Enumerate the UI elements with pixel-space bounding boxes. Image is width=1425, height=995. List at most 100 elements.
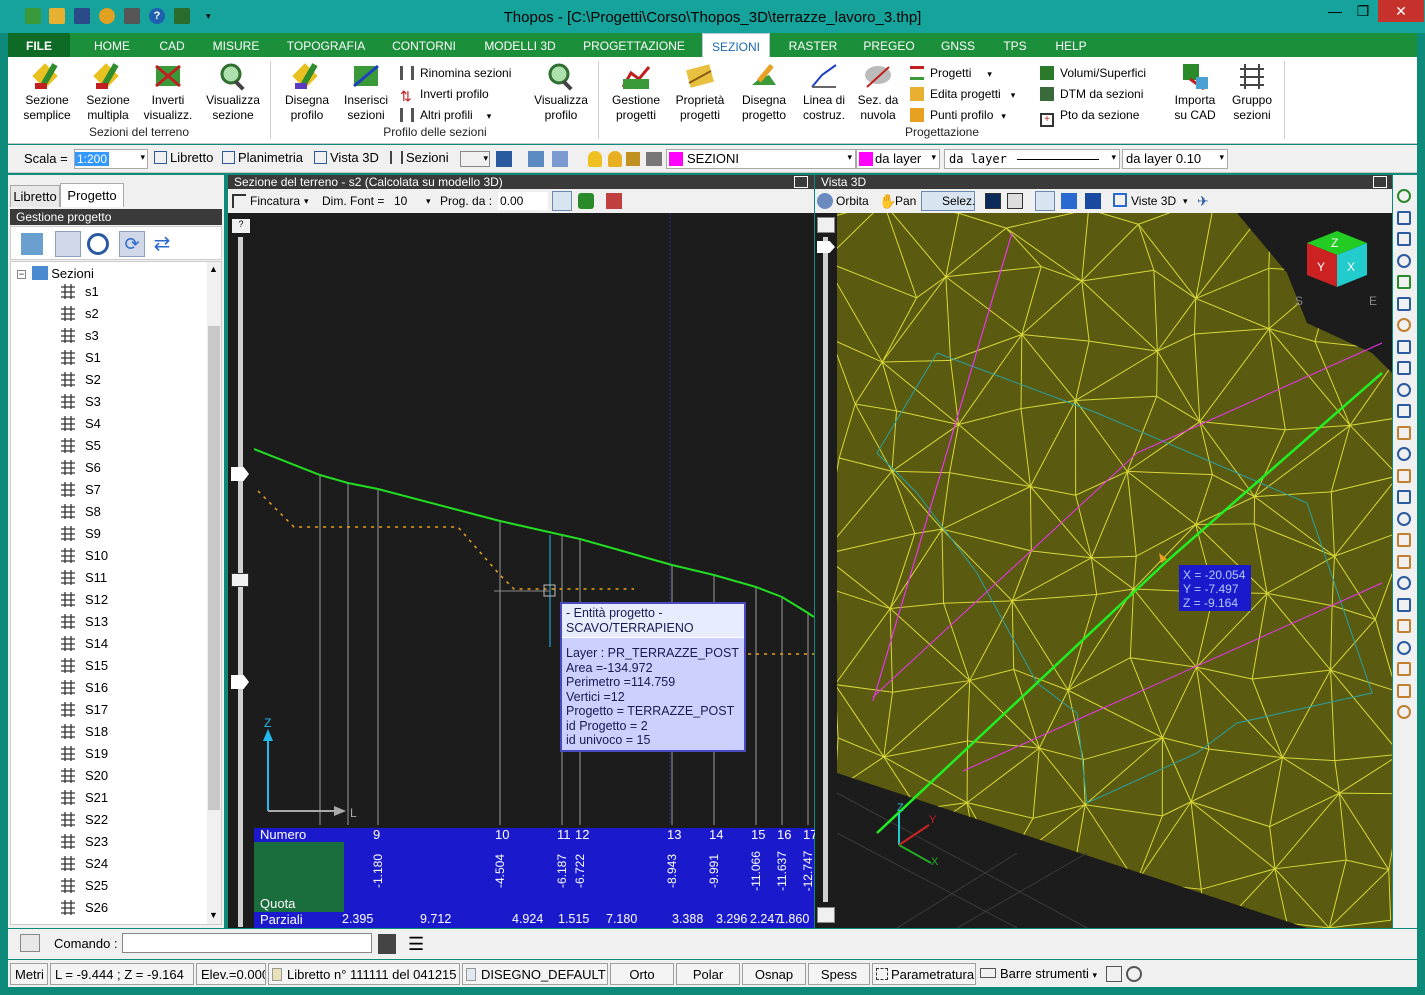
- spess-toggle[interactable]: Spess: [808, 963, 870, 985]
- sync-icon[interactable]: ⇄: [151, 233, 173, 255]
- settings-icon[interactable]: [1126, 966, 1142, 982]
- snap-circle-icon[interactable]: [1397, 447, 1411, 461]
- tree-scrollbar[interactable]: ▲ ▼: [207, 262, 221, 924]
- linetype-select[interactable]: da layer ▾: [944, 149, 1120, 169]
- progetti-button[interactable]: Progetti ▾: [910, 65, 992, 83]
- tree-item-section[interactable]: S3: [59, 392, 101, 412]
- selez-button[interactable]: Selez.: [921, 191, 975, 211]
- snap-coords-icon[interactable]: [1397, 382, 1411, 397]
- scala-select[interactable]: 1:200 ▾: [74, 149, 148, 169]
- restore-button[interactable]: ❐: [1350, 0, 1376, 22]
- prog-input[interactable]: 0.00: [498, 192, 548, 210]
- snap-point-icon[interactable]: [1397, 361, 1411, 375]
- tree-root-sezioni[interactable]: − Sezioni: [17, 266, 94, 281]
- scroll-up-icon[interactable]: ▲: [209, 264, 218, 274]
- edita-progetti-button[interactable]: Edita progetti ▾: [910, 86, 1015, 104]
- zoom-previous-icon[interactable]: [1397, 275, 1411, 289]
- tree-item-section[interactable]: s1: [59, 282, 99, 302]
- tab-modelli-3d[interactable]: MODELLI 3D: [476, 33, 564, 57]
- tab-cad[interactable]: CAD: [150, 33, 194, 57]
- tree-item-section[interactable]: S26: [59, 898, 108, 918]
- snap-arc-icon[interactable]: [1397, 705, 1411, 719]
- gruppo-sezioni-button[interactable]: Gruppo sezioni: [1226, 61, 1278, 123]
- maximize-icon[interactable]: [1373, 176, 1387, 188]
- tab-topografia[interactable]: TOPOGRAFIA: [280, 33, 372, 57]
- grid-icon[interactable]: [1007, 193, 1023, 209]
- importa-su-cad-button[interactable]: Importa su CAD: [1170, 61, 1220, 123]
- zoom-window-icon[interactable]: [1397, 210, 1411, 225]
- tree-item-section[interactable]: S2: [59, 370, 101, 390]
- nav-cube[interactable]: Z Y X S E: [1295, 231, 1377, 308]
- pan-button[interactable]: Pan: [895, 189, 916, 213]
- fly-icon[interactable]: ✈: [1197, 193, 1213, 209]
- zoom-in-icon[interactable]: [1397, 189, 1411, 203]
- snap-tangent-icon[interactable]: [1397, 576, 1411, 590]
- snap-extension-icon[interactable]: [1397, 640, 1411, 655]
- tab-gnss[interactable]: GNSS: [934, 33, 982, 57]
- volumi-superfici-button[interactable]: Volumi/Superfici: [1040, 65, 1146, 83]
- snap-perpendicular-icon[interactable]: [1397, 533, 1411, 547]
- refresh-icon[interactable]: ⟳: [119, 231, 145, 257]
- tree-item-section[interactable]: S7: [59, 480, 101, 500]
- visualizza-sezione-button[interactable]: Visualizza sezione: [202, 61, 264, 123]
- help-icon[interactable]: ?: [232, 219, 250, 233]
- section-tool-icon[interactable]: [606, 193, 622, 209]
- status-units[interactable]: Metri: [10, 963, 48, 985]
- tree-item-section[interactable]: S13: [59, 612, 108, 632]
- shaded-icon[interactable]: [1085, 193, 1101, 209]
- libretto-button[interactable]: Libretto: [154, 150, 213, 165]
- command-input[interactable]: [122, 933, 372, 953]
- snap-quadrant-icon[interactable]: [1397, 597, 1411, 612]
- tab-libretto[interactable]: Libretto: [10, 185, 60, 207]
- inverti-visualizz-button[interactable]: Inverti visualizz.: [140, 61, 196, 123]
- line-tool-icon[interactable]: [578, 193, 594, 209]
- tab-contorni[interactable]: CONTORNI: [386, 33, 462, 57]
- tab-misure[interactable]: MISURE: [206, 33, 266, 57]
- zoom-extents-icon[interactable]: [1397, 253, 1411, 268]
- wireframe-icon[interactable]: [1035, 191, 1055, 211]
- gestione-progetti-button[interactable]: Gestione progetti: [606, 61, 666, 123]
- disegna-profilo-button[interactable]: Disegna profilo: [278, 61, 336, 123]
- dropdown-arrow-icon[interactable]: ▾: [304, 189, 309, 213]
- search-icon[interactable]: [87, 233, 109, 255]
- tree-item-section[interactable]: S22: [59, 810, 108, 830]
- pan-hand-icon[interactable]: [1397, 318, 1411, 332]
- polar-toggle[interactable]: Polar: [676, 963, 740, 985]
- snap-insert-icon[interactable]: [1397, 683, 1411, 698]
- tab-home[interactable]: HOME: [86, 33, 138, 57]
- tree-item-section[interactable]: S19: [59, 744, 108, 764]
- mesh-canvas[interactable]: X = -20.054 Y = -7.497 Z = -9.164 Z Y X …: [837, 213, 1392, 928]
- tab-help[interactable]: HELP: [1048, 33, 1094, 57]
- fincatura-button[interactable]: Fincatura: [250, 189, 300, 213]
- table-icon[interactable]: [817, 217, 835, 233]
- tree-item-section[interactable]: S17: [59, 700, 108, 720]
- lock-icon[interactable]: [626, 152, 640, 166]
- tree-item-section[interactable]: S16: [59, 678, 108, 698]
- tree-item-section[interactable]: S23: [59, 832, 108, 852]
- light-icon[interactable]: [608, 151, 622, 167]
- viste-3d-button[interactable]: Viste 3D: [1131, 189, 1176, 213]
- tree-item-section[interactable]: S14: [59, 634, 108, 654]
- solid-icon[interactable]: [1061, 193, 1077, 209]
- altri-profili-button[interactable]: Altri profili ▾: [400, 107, 491, 125]
- sezione-multipla-button[interactable]: Sezione multipla: [80, 61, 136, 123]
- collapse-icon[interactable]: −: [17, 270, 26, 279]
- section-canvas[interactable]: Z L: [254, 213, 814, 928]
- tree-item-section[interactable]: S11: [59, 568, 107, 588]
- calendar-icon[interactable]: [20, 934, 40, 952]
- punti-profilo-button[interactable]: Punti profilo ▾: [910, 107, 1006, 125]
- zoom-scale-icon[interactable]: [1397, 232, 1411, 246]
- tree-select-icon[interactable]: [55, 231, 81, 257]
- tree-item-section[interactable]: s3: [59, 326, 99, 346]
- slider-handle-top[interactable]: [231, 467, 249, 481]
- snap-parallel-icon[interactable]: [1397, 662, 1411, 676]
- zoom-all-icon[interactable]: [1397, 296, 1411, 311]
- linea-costruz-button[interactable]: Linea di costruz.: [796, 61, 852, 123]
- list-icon[interactable]: ☰: [408, 933, 434, 955]
- planimetria-button[interactable]: Planimetria: [222, 150, 303, 165]
- inserisci-sezioni-button[interactable]: Inserisci sezioni: [338, 61, 394, 123]
- tab-file[interactable]: FILE: [8, 33, 70, 57]
- background-icon[interactable]: [985, 193, 1001, 209]
- layout-dropdown[interactable]: ▾: [460, 151, 490, 167]
- maximize-icon[interactable]: [794, 176, 808, 188]
